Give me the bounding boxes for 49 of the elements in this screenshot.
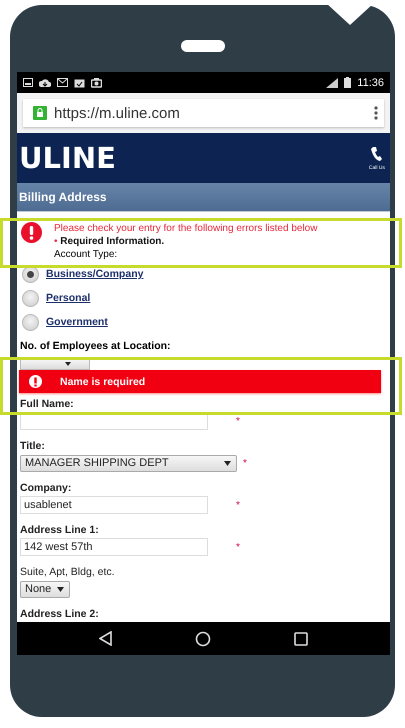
screenshot-icon — [23, 78, 33, 87]
bullet: • — [54, 236, 58, 247]
logo: ULINE — [19, 141, 116, 175]
battery-icon — [344, 77, 352, 88]
notch-drawing — [326, 3, 374, 25]
caret-icon — [57, 586, 64, 592]
field-label: Full Name: — [20, 397, 75, 412]
url-text: https://m.uline.com — [54, 104, 181, 122]
select-dropdown[interactable]: MANAGER SHIPPING DEPT — [20, 454, 237, 472]
calendar-check-icon — [74, 78, 85, 88]
error-item: Required Information. — [60, 236, 164, 247]
home-icon[interactable] — [194, 630, 211, 646]
speaker-slot — [180, 40, 224, 52]
caret-icon — [224, 460, 231, 466]
field-label: Suite, Apt, Bldg, etc. — [20, 565, 116, 580]
field-label: Company: — [20, 481, 72, 496]
error-icon — [21, 222, 42, 243]
error-field: Account Type: — [54, 248, 318, 261]
account-type-link[interactable]: Government — [46, 316, 108, 328]
recents-icon[interactable] — [294, 632, 308, 646]
field-label: Title: — [20, 439, 46, 454]
camera-icon — [91, 78, 102, 88]
signal-icon — [326, 78, 338, 88]
mail-icon — [57, 78, 68, 87]
input-field[interactable]: usablenet — [20, 496, 208, 514]
field-label: Address Line 2: — [20, 607, 100, 622]
field-label: No. of Employees at Location: — [20, 339, 172, 354]
required-mark: * — [236, 500, 240, 510]
required-mark: * — [236, 542, 240, 552]
status-time: 11:36 — [357, 76, 384, 88]
back-icon[interactable] — [98, 631, 112, 646]
required-mark: * — [243, 458, 247, 468]
radio-button[interactable] — [22, 290, 39, 306]
url-field[interactable]: https://m.uline.com — [23, 99, 384, 127]
account-type-link[interactable]: Business/Company — [46, 268, 144, 280]
account-type-link[interactable]: Personal — [46, 292, 90, 304]
menu-icon[interactable] — [374, 106, 378, 120]
caret-icon — [65, 362, 71, 366]
error-icon — [29, 375, 42, 388]
lock-icon — [33, 106, 47, 120]
input-field[interactable]: 142 west 57th — [20, 538, 208, 556]
field-label: Address Line 1: — [20, 523, 100, 538]
required-mark: * — [236, 416, 240, 426]
section-header: Billing Address — [17, 183, 390, 212]
error-message: Name is required — [60, 376, 146, 388]
error-message: Please check your entry for the following errors listed below — [54, 222, 318, 235]
phone-icon — [370, 146, 384, 162]
radio-button[interactable] — [22, 314, 39, 330]
select-dropdown[interactable]: None — [20, 580, 70, 598]
